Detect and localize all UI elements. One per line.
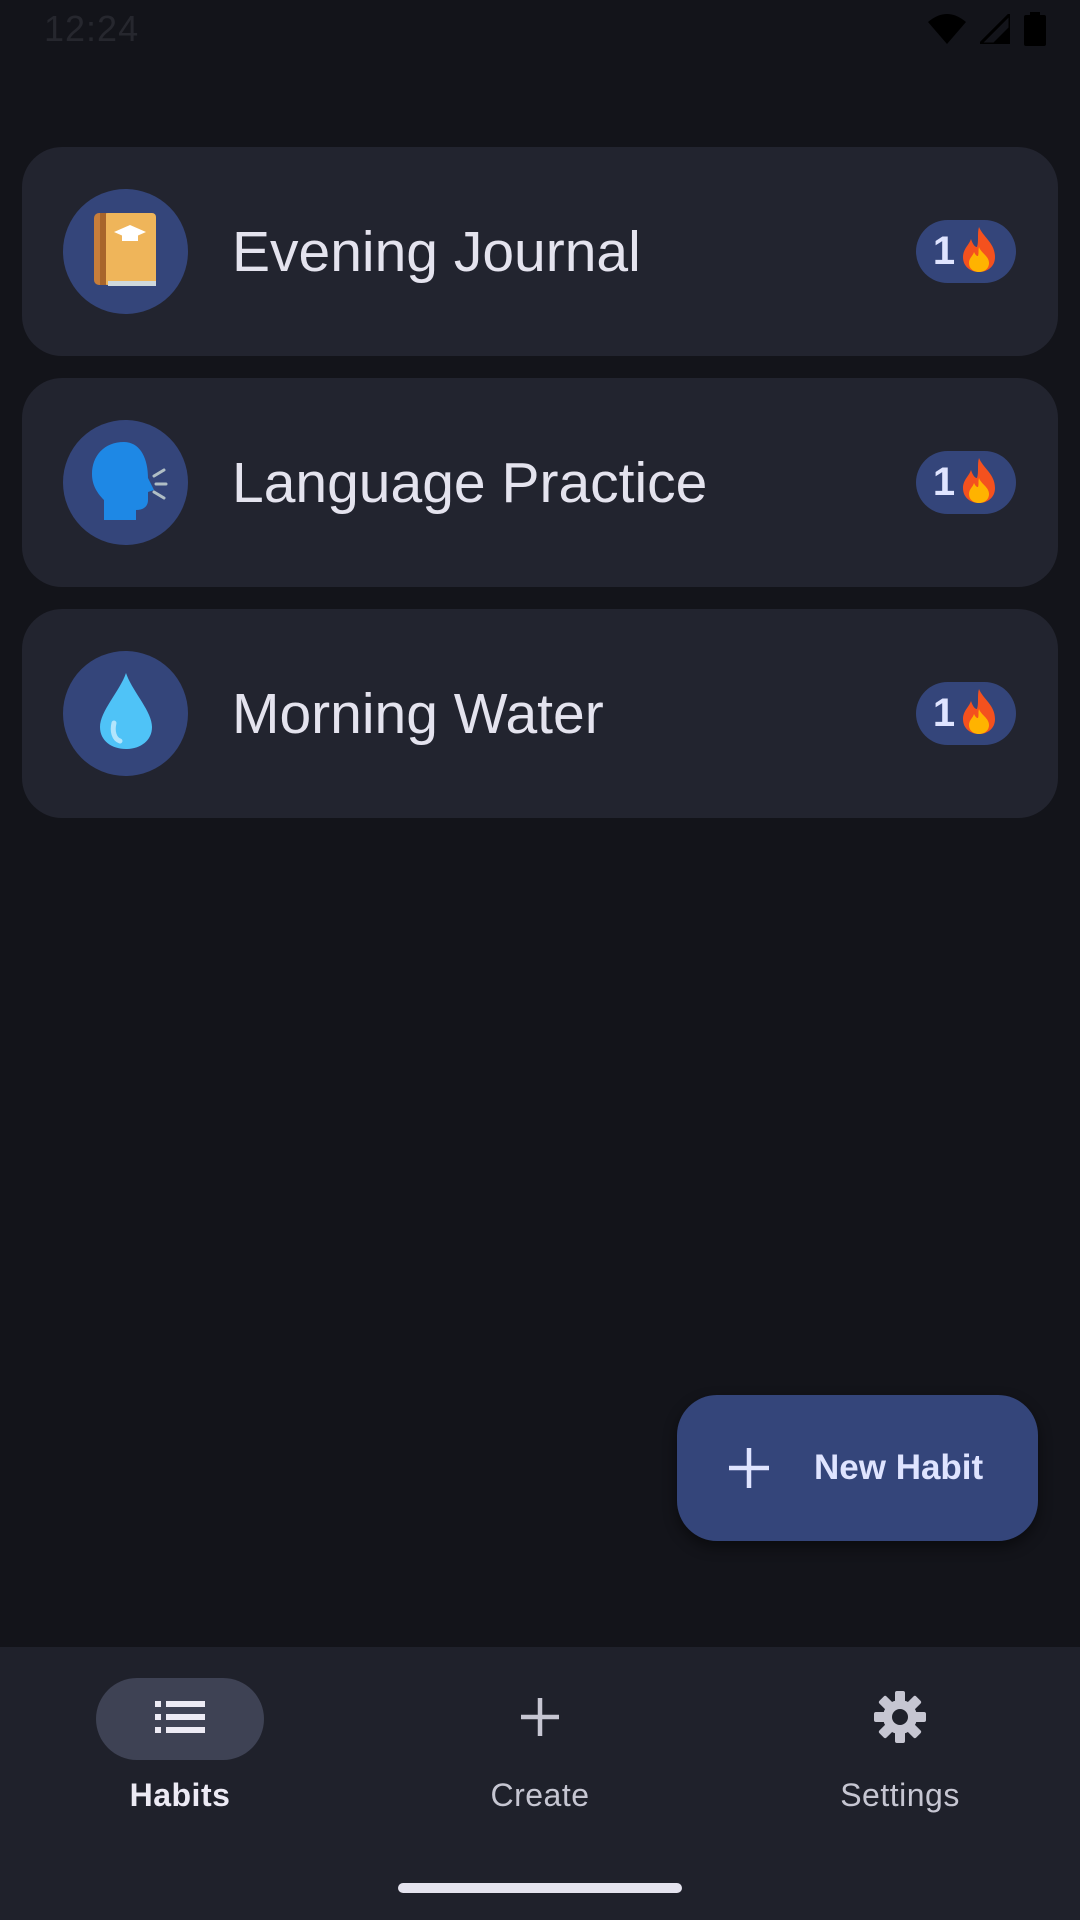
status-bar: 12:24 bbox=[0, 0, 1080, 60]
nav-label-settings: Settings bbox=[840, 1777, 960, 1813]
plus-icon bbox=[728, 1447, 770, 1493]
screen: 12:24 Evening Journal 1 Language Practic… bbox=[0, 0, 1080, 1920]
list-icon bbox=[155, 1700, 205, 1738]
new-habit-label: New Habit bbox=[814, 1448, 984, 1487]
droplet-icon bbox=[98, 671, 154, 756]
streak-badge: 1 bbox=[916, 682, 1016, 745]
streak-count: 1 bbox=[932, 460, 956, 504]
streak-count: 1 bbox=[932, 229, 956, 273]
fire-icon bbox=[959, 687, 999, 740]
habit-card-language-practice[interactable]: Language Practice 1 bbox=[22, 378, 1058, 587]
nav-icon-container bbox=[816, 1678, 984, 1760]
plus-icon bbox=[519, 1696, 561, 1743]
nav-active-indicator bbox=[96, 1678, 264, 1760]
wifi-icon bbox=[928, 14, 966, 44]
habit-icon-container bbox=[63, 189, 188, 314]
habit-name: Morning Water bbox=[232, 681, 604, 746]
nav-item-create[interactable]: Create bbox=[360, 1647, 720, 1847]
streak-badge: 1 bbox=[916, 220, 1016, 283]
habit-card-morning-water[interactable]: Morning Water 1 bbox=[22, 609, 1058, 818]
nav-label-habits: Habits bbox=[129, 1777, 231, 1813]
home-indicator[interactable] bbox=[398, 1883, 682, 1893]
bottom-nav: Habits Create Settings bbox=[0, 1647, 1080, 1920]
habit-icon-container bbox=[63, 651, 188, 776]
fire-icon bbox=[959, 456, 999, 509]
cell-signal-icon bbox=[980, 14, 1010, 44]
habit-card-evening-journal[interactable]: Evening Journal 1 bbox=[22, 147, 1058, 356]
nav-label-create: Create bbox=[490, 1777, 590, 1813]
status-time: 12:24 bbox=[44, 8, 140, 49]
gear-icon bbox=[874, 1690, 926, 1748]
battery-icon bbox=[1024, 12, 1046, 46]
streak-count: 1 bbox=[932, 691, 956, 735]
habit-list: Evening Journal 1 Language Practice 1 Mo… bbox=[22, 147, 1058, 840]
fire-icon bbox=[959, 225, 999, 278]
streak-badge: 1 bbox=[916, 451, 1016, 514]
habit-name: Language Practice bbox=[232, 450, 708, 515]
status-icons bbox=[928, 12, 1046, 46]
notebook-icon bbox=[92, 211, 160, 292]
speaking-head-icon bbox=[84, 438, 168, 527]
habit-icon-container bbox=[63, 420, 188, 545]
nav-item-habits[interactable]: Habits bbox=[0, 1647, 360, 1847]
nav-item-settings[interactable]: Settings bbox=[720, 1647, 1080, 1847]
habit-name: Evening Journal bbox=[232, 219, 641, 284]
nav-icon-container bbox=[456, 1678, 624, 1760]
new-habit-button[interactable]: New Habit bbox=[677, 1395, 1038, 1541]
